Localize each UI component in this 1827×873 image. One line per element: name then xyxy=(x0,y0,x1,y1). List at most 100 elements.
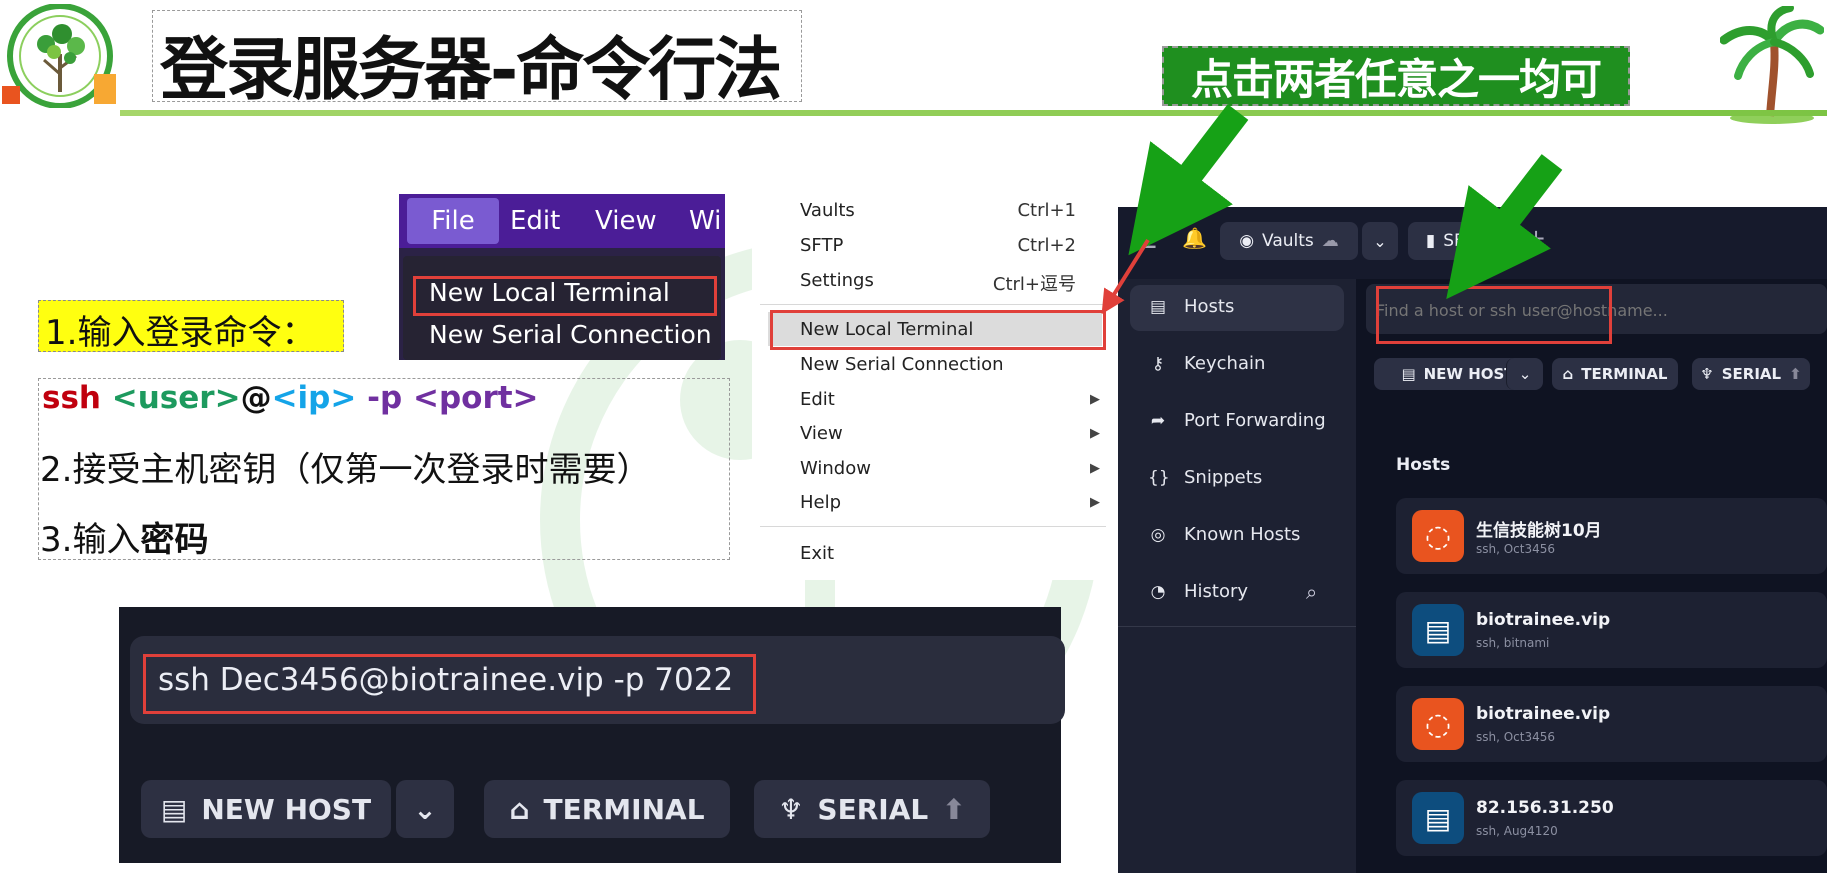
submenu-arrow-icon: ▶ xyxy=(1090,392,1100,407)
sidebar-divider xyxy=(1118,626,1356,627)
biotrainee-logo xyxy=(2,4,116,108)
host-card[interactable]: ◌ biotrainee.vip ssh, Oct3456 xyxy=(1396,686,1827,762)
terminal-label: TERMINAL xyxy=(543,792,705,826)
cmd-ip: <ip> xyxy=(271,380,357,416)
step3-prefix: 3.输入 xyxy=(40,520,141,560)
cmd-user: <user> xyxy=(111,380,241,416)
host-card[interactable]: ◌ 生信技能树10月 ssh, Oct3456 xyxy=(1396,498,1827,574)
sidebar-item-history[interactable]: ◔ History xyxy=(1148,581,1248,602)
host-sub: ssh, Oct3456 xyxy=(1476,730,1556,744)
serial-icon: ♆ xyxy=(1700,365,1714,383)
page-title: 登录服务器-命令行法 xyxy=(160,31,782,110)
ubuntu-icon: ◌ xyxy=(1412,510,1464,562)
ctx-view[interactable]: View xyxy=(800,423,843,444)
terminal-icon: ⌂ xyxy=(1562,365,1574,383)
host-name: biotrainee.vip xyxy=(1476,704,1611,724)
ctx-exit[interactable]: Exit xyxy=(800,543,834,564)
palm-tree-icon xyxy=(1720,6,1824,124)
terminal-serial-button[interactable]: ♆ SERIAL ⬆ xyxy=(754,780,990,838)
search-icon[interactable]: ⌕ xyxy=(1306,580,1317,604)
terminal-new-host-chevron-down-icon[interactable]: ⌄ xyxy=(396,780,454,838)
menu-edit[interactable]: Edit xyxy=(510,206,560,236)
add-tab-plus-icon[interactable]: + xyxy=(1526,224,1546,252)
ctx-help[interactable]: Help xyxy=(800,492,841,513)
host-sub: ssh, Oct3456 xyxy=(1476,542,1556,556)
file-menu-screenshot: File Edit View Wi New Local Terminal New… xyxy=(399,194,725,360)
server-icon: ▤ xyxy=(1401,365,1416,383)
highlight-search-input xyxy=(1376,286,1612,344)
terminal-label: TERMINAL xyxy=(1581,365,1668,383)
cmd-port: <port> xyxy=(412,380,539,416)
port-forward-icon: ➦ xyxy=(1150,410,1166,431)
ctx-window[interactable]: Window xyxy=(800,458,871,479)
key-icon: ⚷ xyxy=(1151,353,1165,374)
ssh-command-template: ssh <user>@<ip> -p <port> xyxy=(42,380,539,416)
cmd-at: @ xyxy=(240,380,272,416)
upgrade-arrow-icon: ⬆ xyxy=(942,792,966,826)
sidebar-item-label: Snippets xyxy=(1184,467,1263,488)
sidebar-item-port-forwarding[interactable]: ➦ Port Forwarding xyxy=(1148,410,1326,431)
ctx-sftp[interactable]: SFTP xyxy=(800,235,843,256)
sidebar-item-known-hosts[interactable]: ◎ Known Hosts xyxy=(1148,524,1301,545)
sidebar-item-label: Keychain xyxy=(1184,353,1266,374)
folder-icon: ▮ xyxy=(1425,231,1436,251)
step3-password: 密码 xyxy=(140,520,209,560)
serial-button[interactable]: ♆ SERIAL ⬆ xyxy=(1692,358,1810,390)
sidebar-item-label: Known Hosts xyxy=(1184,524,1301,545)
ubuntu-icon: ◌ xyxy=(1412,698,1464,750)
tab-sftp[interactable]: ▮ SFTP xyxy=(1408,222,1502,260)
serial-icon: ♆ xyxy=(778,792,804,826)
new-host-label: NEW HOST xyxy=(1423,365,1515,383)
click-either-banner: 点击两者任意之一均可 xyxy=(1162,46,1630,106)
server-icon: ▤ xyxy=(1412,604,1464,656)
serial-label: SERIAL xyxy=(1721,365,1782,383)
step1-label: 1.输入登录命令： xyxy=(38,300,344,353)
host-card[interactable]: ▤ biotrainee.vip ssh, bitnami xyxy=(1396,592,1827,668)
menu-window[interactable]: Wi xyxy=(689,206,721,236)
step3-label: 3.输入密码 xyxy=(40,512,208,561)
menu-file[interactable]: File xyxy=(407,198,499,244)
bell-icon[interactable]: 🔔 xyxy=(1182,226,1207,250)
sidebar-item-snippets[interactable]: {} Snippets xyxy=(1148,467,1262,488)
vault-icon: ◉ xyxy=(1239,231,1255,251)
clock-icon: ◔ xyxy=(1150,581,1166,602)
submenu-arrow-icon: ▶ xyxy=(1090,461,1100,476)
ctx-separator xyxy=(760,304,1106,305)
cmd-p-flag: -p xyxy=(356,380,413,416)
server-icon: ▤ xyxy=(1412,792,1464,844)
ssh-command-text: ssh Dec3456@biotrainee.vip -p 7022 xyxy=(158,662,734,698)
host-sub: ssh, Aug4120 xyxy=(1476,824,1558,838)
menu-view[interactable]: View xyxy=(595,206,657,236)
tab-sftp-label: SFTP xyxy=(1443,231,1485,251)
ctx-new-serial-connection[interactable]: New Serial Connection xyxy=(800,354,1003,375)
ctx-new-local-terminal[interactable]: New Local Terminal xyxy=(800,319,973,340)
green-arrow-to-menu xyxy=(1128,104,1249,256)
host-card[interactable]: ▤ 82.156.31.250 ssh, Aug4120 xyxy=(1396,780,1827,856)
upgrade-arrow-icon: ⬆ xyxy=(1789,365,1802,383)
ctx-vaults[interactable]: Vaults xyxy=(800,200,855,221)
file-new-serial-connection[interactable]: New Serial Connection xyxy=(429,320,712,349)
host-sub: ssh, bitnami xyxy=(1476,636,1550,650)
tab-vaults-label: Vaults xyxy=(1262,231,1314,251)
new-host-chevron-down-icon[interactable]: ⌄ xyxy=(1506,358,1543,390)
ctx-settings[interactable]: Settings xyxy=(800,270,874,291)
hamburger-menu-icon[interactable]: ☰ xyxy=(1136,226,1158,254)
sidebar-item-label: History xyxy=(1184,581,1249,602)
terminal-new-host-button[interactable]: ▤ NEW HOST xyxy=(141,780,391,838)
sidebar-item-keychain[interactable]: ⚷ Keychain xyxy=(1148,353,1266,374)
fingerprint-icon: ◎ xyxy=(1150,524,1166,545)
submenu-arrow-icon: ▶ xyxy=(1090,495,1100,510)
ctx-edit[interactable]: Edit xyxy=(800,389,835,410)
terminal-terminal-button[interactable]: ⌂ TERMINAL xyxy=(484,780,730,838)
sidebar-item-label: Hosts xyxy=(1184,296,1235,317)
cloud-icon: ☁ xyxy=(1321,231,1339,251)
tab-vaults[interactable]: ◉ Vaults ☁ xyxy=(1220,222,1358,260)
sidebar-item-hosts[interactable]: ▤ Hosts xyxy=(1148,296,1234,317)
terminal-button[interactable]: ⌂ TERMINAL xyxy=(1552,358,1678,390)
step2-label: 2.接受主机密钥（仅第一次登录时需要） xyxy=(40,450,651,490)
file-new-local-terminal[interactable]: New Local Terminal xyxy=(429,278,670,307)
serial-label: SERIAL xyxy=(817,792,929,826)
vault-dropdown-chevron-down-icon[interactable]: ⌄ xyxy=(1362,222,1398,260)
host-name: 82.156.31.250 xyxy=(1476,798,1614,818)
ctx-vaults-shortcut: Ctrl+1 xyxy=(1017,200,1076,221)
